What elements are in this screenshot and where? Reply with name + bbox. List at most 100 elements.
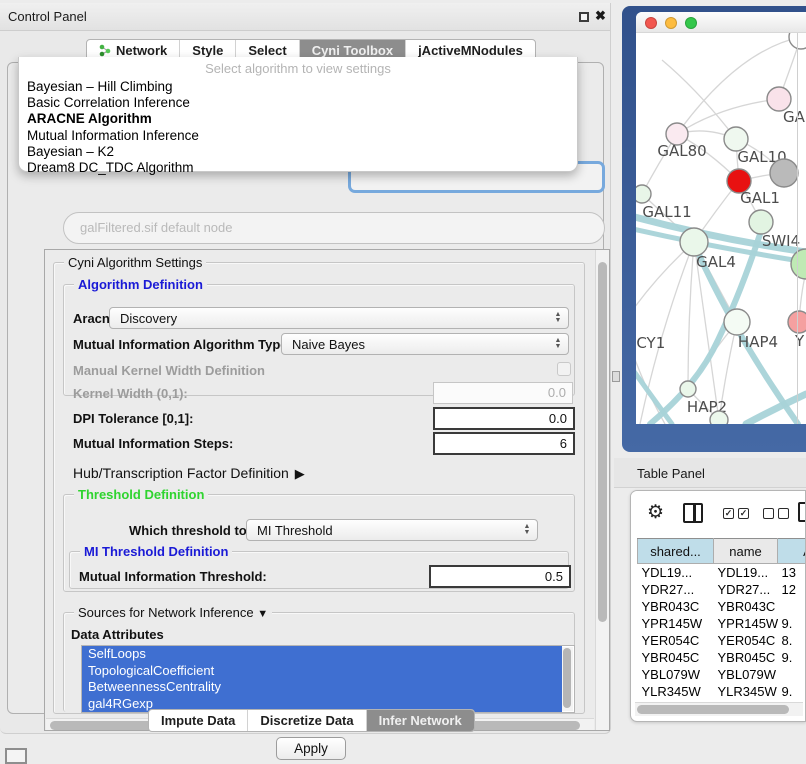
algorithm-option[interactable]: Mutual Information Inference (19, 128, 577, 144)
bottom-tab-discretize-data[interactable]: Discretize Data (247, 710, 365, 731)
deselect-all-columns-icon[interactable] (763, 508, 789, 519)
attribute-item[interactable]: SelfLoops (82, 646, 562, 663)
algorithm-option[interactable]: Bayesian – K2 (19, 144, 577, 160)
bottom-tab-impute-data[interactable]: Impute Data (149, 710, 247, 731)
dpi-tolerance-label: DPI Tolerance [0,1]: (73, 411, 193, 426)
apply-button[interactable]: Apply (276, 737, 346, 760)
network-node-gray[interactable] (770, 159, 798, 187)
algorithm-option[interactable]: Bayesian – Hill Climbing (19, 79, 577, 95)
stepper-arrows-icon: ▲▼ (521, 522, 533, 538)
algorithm-option[interactable]: Dream8 DC_TDC Algorithm (19, 160, 577, 176)
kernel-width-field[interactable]: 0.0 (433, 382, 573, 404)
network-window-titlebar (636, 12, 806, 33)
table-panel-title: Table Panel (637, 466, 705, 481)
network-node-hap2[interactable] (680, 381, 696, 397)
table-row[interactable]: YDL19...YDL19...13 (638, 564, 806, 581)
minimize-traffic-light[interactable] (665, 17, 677, 29)
zoom-traffic-light[interactable] (685, 17, 697, 29)
table-row[interactable]: YBR043CYBR043C (638, 598, 806, 615)
mi-threshold-title: MI Threshold Definition (80, 544, 232, 559)
network-canvas[interactable]: GALGAL80GAL10GAL1GAL11SWI4GAL4GCY1HAP4YH… (636, 33, 806, 424)
node-label: GAL80 (657, 142, 706, 160)
mi-threshold-field[interactable]: 0.5 (429, 565, 571, 588)
mi-steps-label: Mutual Information Steps: (73, 436, 233, 451)
table-row[interactable]: YLR345WYLR345W9. (638, 683, 806, 700)
split-pane-grip[interactable] (612, 371, 620, 382)
node-label: GAL11 (642, 203, 691, 221)
collapse-down-icon: ▼ (257, 608, 268, 620)
cyni-bottom-tabs: Impute DataDiscretize DataInfer Network (148, 709, 475, 732)
aracne-mode-value: Discovery (120, 311, 177, 326)
network-edge[interactable] (636, 242, 694, 324)
network-node-swi4[interactable] (749, 210, 773, 234)
settings-vertical-scrollbar[interactable] (595, 250, 610, 731)
mi-type-combo[interactable]: Naive Bayes ▲▼ (281, 333, 569, 355)
table-horizontal-scrollbar[interactable] (635, 702, 803, 716)
select-all-columns-icon[interactable]: ✓✓ (723, 508, 749, 519)
table-panel-titlebar: Table Panel (614, 458, 806, 488)
manual-kernel-checkbox[interactable] (557, 362, 571, 376)
node-attribute-table[interactable]: shared...nameA YDL19...YDL19...13YDR27..… (637, 538, 806, 717)
close-traffic-light[interactable] (645, 17, 657, 29)
attribute-item[interactable]: BetweennessCentrality (82, 679, 562, 696)
algorithm-option[interactable]: Basic Correlation Inference (19, 95, 577, 111)
table-row[interactable]: YBR045CYBR045C9. (638, 649, 806, 666)
node-label: GAL (783, 108, 806, 126)
table-row[interactable]: YER054CYER054C8. (638, 632, 806, 649)
cyni-settings-scrollpane: Cyni Algorithm Settings Algorithm Defini… (44, 249, 610, 731)
algorithm-option[interactable]: ARACNE Algorithm (19, 111, 577, 127)
stepper-arrows-icon: ▲▼ (552, 310, 564, 326)
column-header[interactable]: shared... (638, 539, 714, 564)
table-panel-window: ⚙ ✓✓ shared...nameA YDL19...YDL19...13YD… (630, 490, 806, 722)
network-node-bot[interactable] (710, 411, 728, 424)
cyni-algorithm-settings-title: Cyni Algorithm Settings (64, 255, 206, 270)
aracne-mode-combo[interactable]: Discovery ▲▼ (109, 307, 569, 329)
table-row[interactable]: YDR27...YDR27...12 (638, 581, 806, 598)
manual-kernel-label: Manual Kernel Width Definition (73, 363, 265, 378)
table-row[interactable]: YBL079WYBL079W (638, 666, 806, 683)
mi-threshold-label: Mutual Information Threshold: (79, 569, 267, 584)
node-label: SWI4 (762, 232, 800, 250)
network-icon (99, 44, 111, 57)
attribute-item[interactable]: TopologicalCoefficient (82, 663, 562, 680)
kernel-width-label: Kernel Width (0,1): (73, 386, 188, 401)
popup-header: Select algorithm to view settings (19, 59, 577, 79)
node-label: GAL1 (740, 189, 780, 207)
network-edge[interactable] (688, 242, 694, 389)
network-selector-value: galFiltered.sif default node (80, 220, 232, 235)
which-threshold-value: MI Threshold (257, 523, 333, 538)
network-edge-thick[interactable] (636, 352, 672, 424)
network-node-hap4[interactable] (724, 309, 750, 335)
network-view-window: GALGAL80GAL10GAL1GAL11SWI4GAL4GCY1HAP4YH… (636, 12, 806, 424)
network-selector-combo[interactable]: galFiltered.sif default node (63, 212, 605, 244)
sources-title: Sources for Network Inference ▼ (74, 605, 272, 620)
list-vertical-scrollbar[interactable] (562, 647, 573, 711)
canvas-right-border (797, 33, 798, 424)
expand-right-icon: ▶ (295, 466, 305, 481)
bottom-tab-infer-network[interactable]: Infer Network (366, 710, 474, 731)
control-panel-titlebar: Control Panel ✖ (0, 3, 610, 31)
stepper-arrows-icon: ▲▼ (552, 336, 564, 352)
node-label: Y (794, 332, 805, 350)
column-header[interactable]: name (714, 539, 778, 564)
split-view-icon[interactable] (683, 503, 703, 523)
node-label: HAP4 (738, 333, 778, 351)
mi-type-value: Naive Bayes (292, 337, 365, 352)
float-window-icon[interactable] (579, 12, 589, 22)
dpi-tolerance-field[interactable]: 0.0 (433, 407, 575, 430)
mi-steps-field[interactable]: 6 (433, 432, 575, 455)
network-node-gal4[interactable] (680, 228, 708, 256)
network-node-gal11[interactable] (636, 185, 651, 203)
node-label: GCY1 (636, 334, 665, 352)
data-attributes-list[interactable]: SelfLoopsTopologicalCoefficientBetweenne… (81, 645, 575, 713)
data-attributes-label: Data Attributes (71, 627, 164, 642)
hub-definition-label: Hub/Transcription Factor Definition (73, 465, 289, 481)
column-header[interactable]: A (778, 539, 806, 564)
which-threshold-combo[interactable]: MI Threshold ▲▼ (246, 519, 538, 541)
close-icon[interactable]: ✖ (595, 8, 606, 24)
gear-icon[interactable]: ⚙ (647, 501, 664, 524)
panel-title: Control Panel (8, 9, 87, 24)
table-row[interactable]: YPR145WYPR145W9. (638, 615, 806, 632)
hub-definition-toggle[interactable]: Hub/Transcription Factor Definition ▶ (73, 465, 305, 482)
export-file-icon[interactable] (798, 502, 806, 522)
